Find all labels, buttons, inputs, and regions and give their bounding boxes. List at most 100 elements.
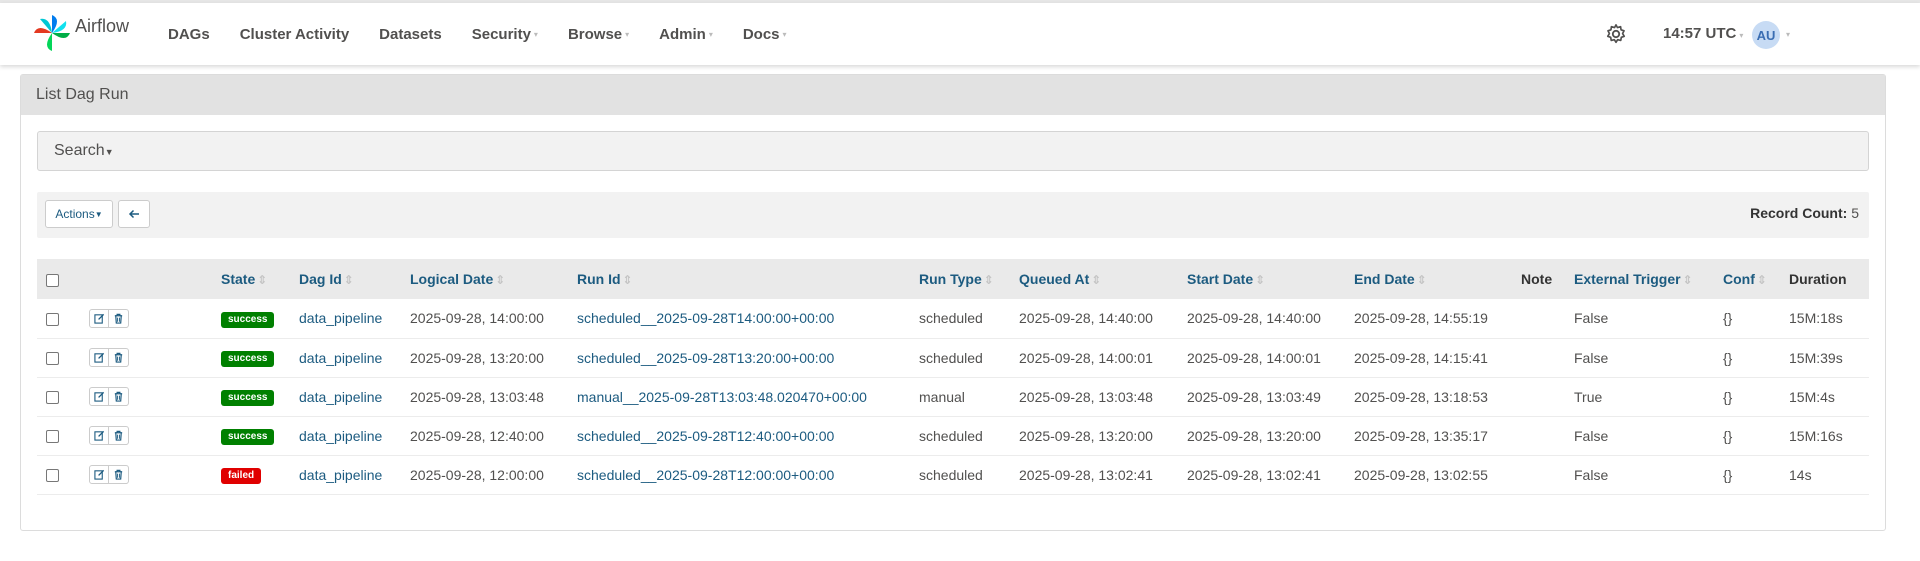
run-id-link[interactable]: scheduled__2025-09-28T12:00:00+00:00	[577, 467, 834, 483]
col-note-label: Note	[1521, 271, 1553, 287]
caret-down-icon[interactable]: ▾	[1786, 30, 1790, 39]
nav-browse-label: Browse	[567, 25, 623, 43]
run-id-link[interactable]: scheduled__2025-09-28T13:20:00+00:00	[577, 350, 834, 366]
col-header-end-date[interactable]: End Date ⇕	[1354, 259, 1521, 299]
nav-docs-label: Docs	[742, 25, 780, 43]
row-actions-cell	[69, 299, 221, 338]
dag-id-link[interactable]: data_pipeline	[299, 389, 382, 405]
dag-id-link[interactable]: data_pipeline	[299, 428, 382, 444]
delete-record-button[interactable]	[109, 426, 129, 445]
queued-at-cell: 2025-09-28, 14:00:01	[1019, 349, 1153, 366]
dag-id-cell: data_pipeline	[299, 455, 410, 494]
state-cell: success	[221, 377, 299, 416]
col-header-logical-date[interactable]: Logical Date ⇕	[410, 259, 577, 299]
duration-cell: 14s	[1789, 466, 1812, 483]
col-header-start-date[interactable]: Start Date ⇕	[1187, 259, 1354, 299]
col-state-label: State	[221, 271, 256, 287]
end-date-cell: 2025-09-28, 13:02:55	[1354, 466, 1488, 483]
col-header-run-type[interactable]: Run Type ⇕	[919, 259, 1019, 299]
search-toggle[interactable]: Search▼	[54, 142, 114, 160]
run-type-cell: scheduled	[919, 310, 983, 327]
state-cell: success	[221, 299, 299, 338]
row-checkbox[interactable]	[46, 352, 59, 366]
edit-record-button[interactable]	[89, 426, 109, 445]
col-header-conf[interactable]: Conf ⇕	[1723, 259, 1789, 299]
actions-dropdown-button[interactable]: Actions ▼	[45, 200, 113, 228]
trash-icon	[114, 430, 123, 441]
nav-browse-dropdown[interactable]: Browse ▾	[568, 26, 629, 43]
table-row: success data_pipeline 2025-09-28, 13:20:00…	[37, 338, 1869, 377]
row-actions-header	[69, 259, 221, 299]
caret-down-icon: ▾	[533, 29, 538, 39]
dag-id-link[interactable]: data_pipeline	[299, 350, 382, 366]
edit-record-button[interactable]	[89, 465, 109, 484]
arrow-left-icon	[128, 209, 139, 219]
delete-record-button[interactable]	[109, 348, 129, 367]
row-action-group	[89, 348, 129, 367]
row-action-group	[89, 387, 129, 406]
col-header-external-trigger[interactable]: External Trigger ⇕	[1574, 259, 1723, 299]
run-id-link[interactable]: scheduled__2025-09-28T12:40:00+00:00	[577, 428, 834, 444]
sort-icon: ⇕	[1756, 273, 1767, 287]
nav-cluster-activity[interactable]: Cluster Activity	[240, 26, 349, 43]
row-actions-cell	[69, 377, 221, 416]
col-start-date-label: Start Date	[1187, 271, 1254, 287]
gear-icon[interactable]	[1605, 23, 1627, 45]
logical-date-cell: 2025-09-28, 13:03:48	[410, 388, 544, 405]
end-date-cell: 2025-09-28, 13:35:17	[1354, 427, 1488, 444]
table-row: success data_pipeline 2025-09-28, 14:00:00…	[37, 299, 1869, 338]
dag-id-cell: data_pipeline	[299, 416, 410, 455]
select-all-checkbox[interactable]	[46, 273, 59, 287]
edit-icon	[93, 469, 104, 480]
col-header-run-id[interactable]: Run Id ⇕	[577, 259, 919, 299]
trash-icon	[114, 313, 123, 324]
utc-clock-dropdown[interactable]: 14:57 UTC ▾	[1663, 25, 1743, 42]
col-conf-label: Conf	[1723, 271, 1755, 287]
row-select-cell	[37, 416, 69, 455]
edit-record-button[interactable]	[89, 308, 109, 328]
nav-dags[interactable]: DAGs	[168, 26, 210, 43]
sort-icon: ⇕	[495, 273, 506, 287]
edit-record-button[interactable]	[89, 348, 109, 367]
table-header-row: State ⇕ Dag Id ⇕ Logical Date ⇕ Run Id ⇕ Run…	[37, 259, 1869, 299]
dag-id-link[interactable]: data_pipeline	[299, 310, 382, 326]
row-checkbox[interactable]	[46, 391, 59, 405]
note-cell	[1521, 338, 1574, 377]
col-header-dag-id[interactable]: Dag Id ⇕	[299, 259, 410, 299]
brand-logo-link[interactable]: Airflow	[32, 13, 129, 53]
row-checkbox[interactable]	[46, 469, 59, 483]
caret-down-icon: ▾	[1739, 31, 1744, 40]
delete-record-button[interactable]	[109, 308, 129, 328]
edit-icon	[93, 352, 104, 363]
edit-record-button[interactable]	[89, 387, 109, 406]
edit-icon	[93, 313, 104, 324]
duration-cell: 15M:18s	[1789, 310, 1843, 327]
note-cell	[1521, 416, 1574, 455]
trash-icon	[114, 391, 123, 402]
back-button[interactable]	[118, 200, 150, 228]
nav-docs-dropdown[interactable]: Docs ▾	[743, 26, 787, 43]
start-date-cell: 2025-09-28, 13:02:41	[1187, 466, 1321, 483]
queued-at-cell: 2025-09-28, 14:40:00	[1019, 310, 1153, 327]
col-header-state[interactable]: State ⇕	[221, 259, 299, 299]
nav-security-dropdown[interactable]: Security ▾	[472, 26, 538, 43]
row-checkbox[interactable]	[46, 430, 59, 444]
logical-date-cell: 2025-09-28, 12:40:00	[410, 427, 544, 444]
run-type-cell: scheduled	[919, 349, 983, 366]
delete-record-button[interactable]	[109, 465, 129, 484]
queued-at-cell: 2025-09-28, 13:03:48	[1019, 388, 1153, 405]
row-checkbox[interactable]	[46, 313, 59, 327]
col-external-trigger-label: External Trigger	[1574, 271, 1681, 287]
queued-at-cell: 2025-09-28, 13:20:00	[1019, 427, 1153, 444]
nav-datasets[interactable]: Datasets	[379, 26, 442, 43]
nav-admin-dropdown[interactable]: Admin ▾	[659, 26, 713, 43]
dag-id-link[interactable]: data_pipeline	[299, 467, 382, 483]
select-all-cell	[37, 259, 69, 299]
col-header-queued-at[interactable]: Queued At ⇕	[1019, 259, 1187, 299]
caret-down-icon: ▾	[708, 29, 713, 39]
run-id-link[interactable]: scheduled__2025-09-28T14:00:00+00:00	[577, 310, 834, 326]
user-avatar[interactable]: AU	[1752, 21, 1780, 49]
search-panel[interactable]: Search▼	[37, 131, 1869, 171]
delete-record-button[interactable]	[109, 387, 129, 406]
run-id-link[interactable]: manual__2025-09-28T13:03:48.020470+00:00	[577, 389, 867, 405]
